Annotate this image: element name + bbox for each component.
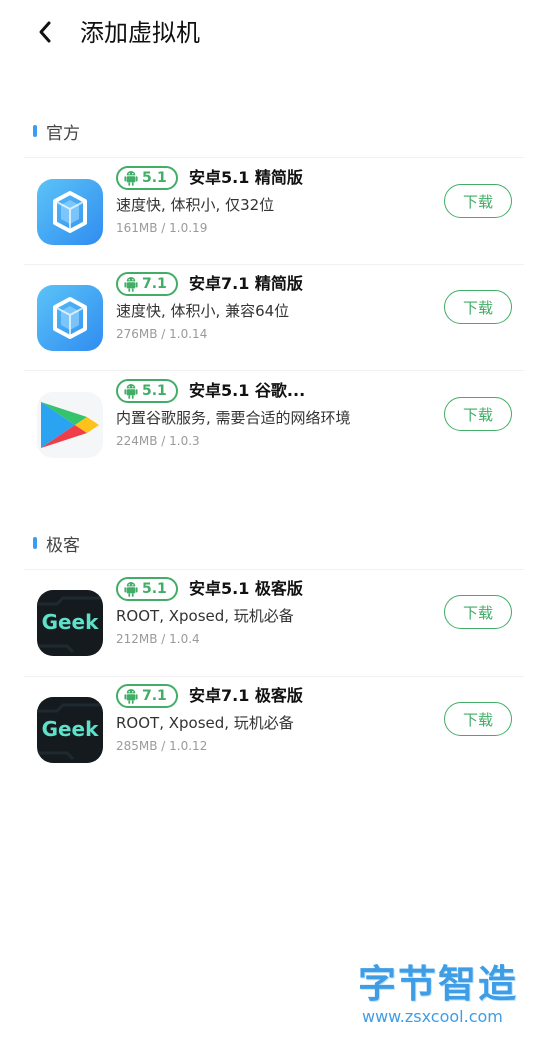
vm-name: 安卓7.1 精简版 <box>189 274 303 293</box>
version-badge: 5.1 <box>116 166 178 190</box>
divider <box>24 264 524 265</box>
divider <box>24 157 524 158</box>
list-item: 7.1 安卓7.1 精简版 速度快, 体积小, 兼容64位 276MB / 1.… <box>24 272 524 378</box>
divider <box>24 676 524 677</box>
vm-name: 安卓7.1 极客版 <box>189 686 303 705</box>
vm-size-version: 285MB / 1.0.12 <box>116 739 208 753</box>
version-label: 5.1 <box>142 170 167 186</box>
vm-cube-icon <box>37 285 103 351</box>
vm-size-version: 276MB / 1.0.14 <box>116 327 208 341</box>
download-button[interactable]: 下载 <box>444 290 512 324</box>
section-marker <box>33 537 37 549</box>
download-button[interactable]: 下载 <box>444 184 512 218</box>
divider <box>24 569 524 570</box>
list-item: 5.1 安卓5.1 谷歌... 内置谷歌服务, 需要合适的网络环境 224MB … <box>24 379 524 485</box>
geek-icon: Geek <box>37 697 103 763</box>
vm-description: 速度快, 体积小, 兼容64位 <box>116 302 290 320</box>
download-button[interactable]: 下载 <box>444 397 512 431</box>
list-item: Geek 7.1 安卓7.1 极客版 ROOT, Xposed, 玩机必备 28… <box>24 684 524 790</box>
version-badge: 5.1 <box>116 577 178 601</box>
version-badge: 7.1 <box>116 272 178 296</box>
android-icon <box>124 581 138 597</box>
android-icon <box>124 276 138 292</box>
vm-name: 安卓5.1 极客版 <box>189 579 303 598</box>
watermark-url: www.zsxcool.com <box>362 1007 503 1026</box>
version-label: 7.1 <box>142 688 167 704</box>
list-item: 5.1 安卓5.1 精简版 速度快, 体积小, 仅32位 161MB / 1.0… <box>24 166 524 272</box>
section-title: 官方 <box>46 123 80 144</box>
vm-size-version: 161MB / 1.0.19 <box>116 221 208 235</box>
list-item: Geek 5.1 安卓5.1 极客版 ROOT, Xposed, 玩机必备 21… <box>24 577 524 683</box>
version-badge: 5.1 <box>116 379 178 403</box>
version-label: 5.1 <box>142 581 167 597</box>
divider <box>24 370 524 371</box>
section-header-official: 官方 <box>30 116 80 146</box>
version-label: 7.1 <box>142 276 167 292</box>
vm-description: ROOT, Xposed, 玩机必备 <box>116 714 294 732</box>
watermark-title: 字节智造 <box>358 962 519 1006</box>
vm-description: 速度快, 体积小, 仅32位 <box>116 196 275 214</box>
android-icon <box>124 383 138 399</box>
version-label: 5.1 <box>142 383 167 399</box>
vm-size-version: 224MB / 1.0.3 <box>116 434 200 448</box>
section-header-geek: 极客 <box>30 528 80 558</box>
page-title: 添加虚拟机 <box>80 19 200 47</box>
android-icon <box>124 170 138 186</box>
download-button[interactable]: 下载 <box>444 595 512 629</box>
section-title: 极客 <box>46 535 80 556</box>
chevron-left-icon[interactable] <box>34 18 56 46</box>
vm-size-version: 212MB / 1.0.4 <box>116 632 200 646</box>
geek-icon: Geek <box>37 590 103 656</box>
vm-description: ROOT, Xposed, 玩机必备 <box>116 607 294 625</box>
vm-name: 安卓5.1 谷歌... <box>189 381 306 400</box>
vm-cube-icon <box>37 179 103 245</box>
geek-icon-text: Geek <box>41 610 99 634</box>
section-marker <box>33 125 37 137</box>
android-icon <box>124 688 138 704</box>
vm-description: 内置谷歌服务, 需要合适的网络环境 <box>116 409 351 427</box>
vm-name: 安卓5.1 精简版 <box>189 168 303 187</box>
app-header: 添加虚拟机 <box>0 0 548 70</box>
download-button[interactable]: 下载 <box>444 702 512 736</box>
geek-icon-text: Geek <box>41 717 99 741</box>
google-play-icon <box>37 392 103 458</box>
version-badge: 7.1 <box>116 684 178 708</box>
watermark: 字节智造 www.zsxcool.com <box>358 962 534 1028</box>
